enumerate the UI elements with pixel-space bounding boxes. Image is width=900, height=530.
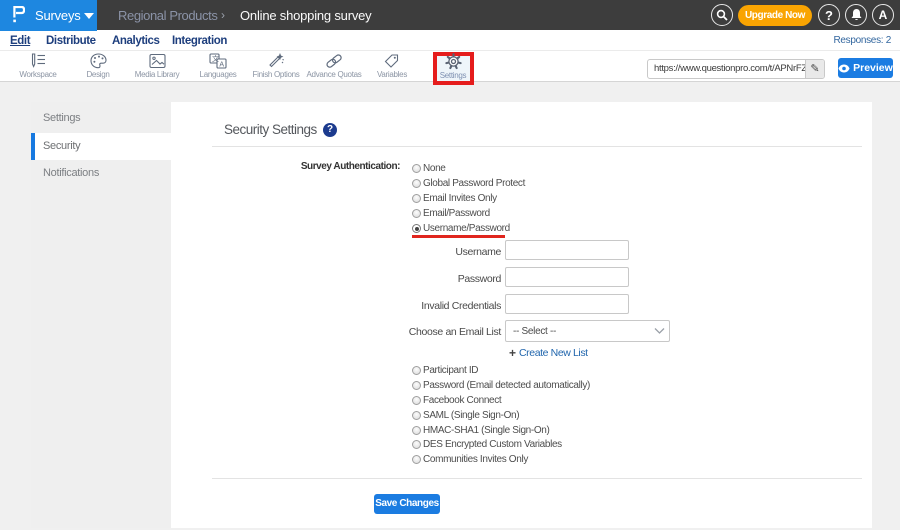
svg-text:文: 文 <box>212 54 219 63</box>
svg-text:A: A <box>219 61 224 68</box>
